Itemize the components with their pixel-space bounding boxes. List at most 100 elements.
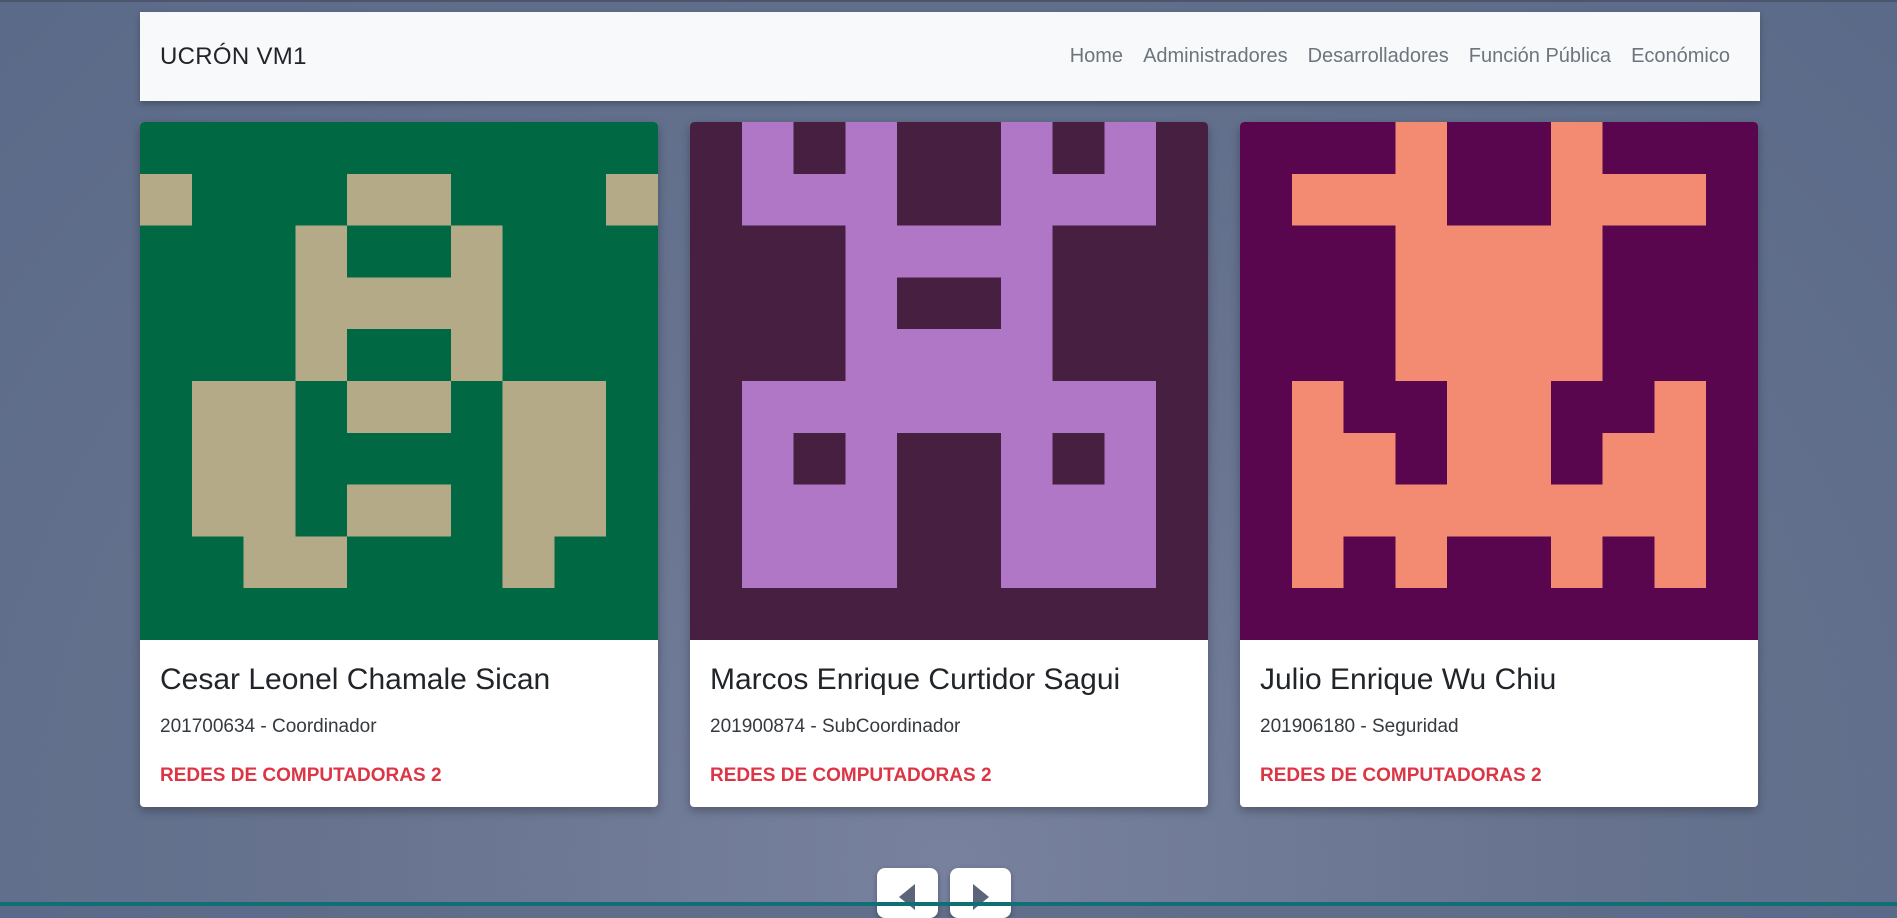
course-label: REDES DE COMPUTADORAS 2 [1260,765,1542,786]
course-label: REDES DE COMPUTADORAS 2 [710,765,992,786]
avatar-pixel [191,484,244,537]
avatar-pixel [347,484,399,537]
avatar-pixel [554,381,607,433]
avatar-pixel [450,329,503,381]
avatar-pixel [741,536,794,589]
avatar-pixel [1395,536,1448,589]
avatar-pixel [1395,329,1448,381]
avatar-pixel [1291,432,1344,485]
avatar-pixel [741,173,794,226]
avatar-pixel [399,484,451,537]
member-name: Cesar Leonel Chamale Sican [160,663,551,696]
avatar-pixel [1654,432,1707,485]
avatar-pixel [243,432,296,485]
avatar-pixel [897,329,949,381]
brand-logo[interactable]: UCRÓN VM1 [160,43,307,71]
avatar-pixel [295,277,348,330]
avatar-pixel [1000,173,1053,226]
avatar-pixel [554,432,607,485]
avatar-pixel [243,381,296,433]
avatar-pixel [1291,173,1344,226]
avatar-pixel [741,122,794,174]
member-card: Marcos Enrique Curtidor Sagui 201900874 … [690,122,1208,807]
avatar-pixel [1499,484,1551,537]
avatar-pixel [741,381,794,433]
avatar-pixel [1395,277,1448,330]
avatar-pixel [1550,225,1603,278]
avatar-pixel [554,484,607,537]
avatar-pixel [1104,381,1157,433]
avatar-pixel [1000,122,1053,174]
card-body: Julio Enrique Wu Chiu 201906180 - Seguri… [1240,640,1758,787]
nav-link-funcion-publica[interactable]: Función Pública [1469,45,1611,68]
avatar-pixel [1550,122,1603,174]
avatar-pixel [295,536,348,589]
carousel-prev-button[interactable] [877,868,938,918]
avatar-pixel [1000,536,1053,589]
avatar-pixel [1499,432,1551,485]
avatar-pixel [399,173,451,226]
top-border [0,0,1897,2]
avatar-pixel [1000,432,1053,485]
avatar-pixel [1499,381,1551,433]
avatar-pixel [1000,484,1053,537]
avatar-pixel [845,432,898,485]
avatar-pixel [845,536,898,589]
taskbar-strip [0,902,1897,906]
avatar-pixel [845,225,898,278]
avatar-pixel [450,225,503,278]
avatar-pixel [1343,484,1396,537]
chevron-right-icon [973,884,989,910]
member-name: Marcos Enrique Curtidor Sagui [710,663,1121,696]
avatar-pixel [1052,381,1105,433]
nav-link-desarrolladores[interactable]: Desarrolladores [1308,45,1449,68]
avatar-pixel [1000,277,1053,330]
avatar-pixel [1447,329,1499,381]
avatar-pixel [845,277,898,330]
navbar: UCRÓN VM1 Home Administradores Desarroll… [140,12,1760,101]
nav-link-economico[interactable]: Económico [1631,45,1730,68]
avatar-pixel [1499,329,1551,381]
avatar-pixel [243,484,296,537]
avatar-pixel [1654,536,1707,589]
avatar-pixel [1447,381,1499,433]
avatar-pixel [741,432,794,485]
avatar-pixel [1104,122,1157,174]
avatar-pixel [399,381,451,433]
avatar-pixel [1343,432,1396,485]
avatar-pixel [140,173,192,226]
avatar-pixel [793,536,846,589]
nav-link-home[interactable]: Home [1070,45,1123,68]
nav-link-administradores[interactable]: Administradores [1143,45,1288,68]
avatar-pixel [606,173,658,226]
avatar-pixel [1104,536,1157,589]
avatar-pixel [1052,484,1105,537]
avatar-pixel [295,225,348,278]
avatar-pixel [191,381,244,433]
avatar-pixel [1052,173,1105,226]
avatar-pixel [502,381,555,433]
avatar-pixel [1447,277,1499,330]
member-id-role: 201906180 - Seguridad [1260,716,1459,737]
avatar-pixel [845,329,898,381]
carousel-next-button[interactable] [950,868,1011,918]
avatar-pixel [1052,536,1105,589]
avatar-pixel [1654,381,1707,433]
avatar-pixel [1447,484,1499,537]
nav-links: Home Administradores Desarrolladores Fun… [1070,45,1730,68]
avatar-pixel [793,381,846,433]
identicon-avatar [1240,122,1758,640]
identicon-avatar [140,122,658,640]
identicon-avatar [690,122,1208,640]
avatar-pixel [793,173,846,226]
avatar-pixel [1550,329,1603,381]
avatar-pixel [793,484,846,537]
avatar-pixel [1291,484,1344,537]
avatar-pixel [1602,173,1655,226]
avatar-pixel [1602,432,1655,485]
avatar-pixel [845,173,898,226]
avatar-pixel [949,381,1001,433]
avatar-pixel [1395,225,1448,278]
avatar-pixel [1395,484,1448,537]
avatar-pixel [399,277,451,330]
